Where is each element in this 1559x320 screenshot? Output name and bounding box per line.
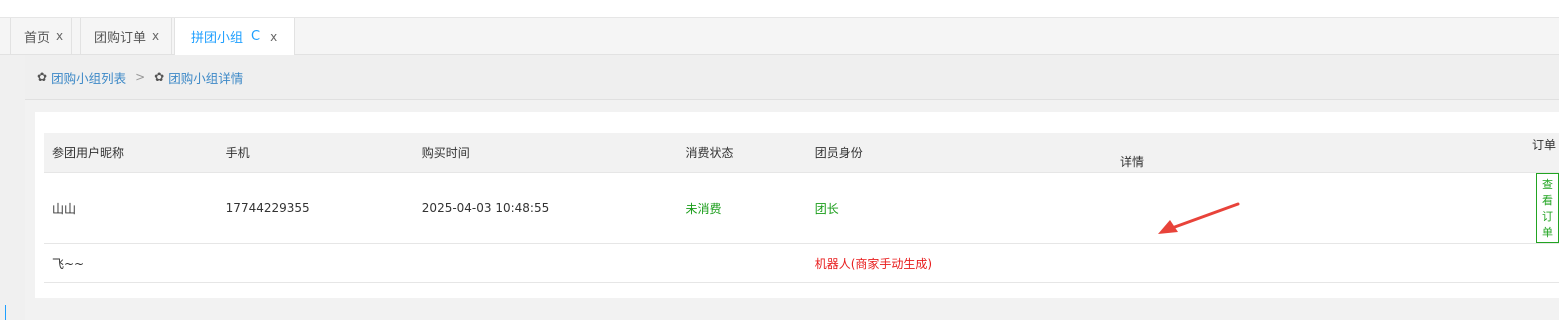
breadcrumb-separator: >: [135, 70, 146, 84]
header-phone: 手机: [225, 133, 422, 173]
breadcrumb-label: 团购小组列表: [51, 70, 127, 86]
close-icon[interactable]: x: [152, 29, 159, 43]
close-icon[interactable]: x: [270, 30, 277, 44]
annotation-arrow-icon: [1158, 202, 1240, 234]
cell-member-role: 机器人(商家手动生成): [814, 243, 1120, 283]
tab-group-team[interactable]: 拼团小组 C x: [174, 18, 295, 55]
table-header-row: 参团用户昵称 手机 购买时间 消费状态 团员身份 订单详情: [44, 133, 1559, 173]
tab-home[interactable]: 首页 x: [10, 18, 72, 54]
refresh-icon[interactable]: C: [251, 29, 260, 44]
breadcrumb-item-group-list[interactable]: ✿ 团购小组列表: [37, 68, 126, 87]
cell-order-detail: [1120, 243, 1559, 283]
tab-label: 拼团小组: [191, 31, 244, 46]
cell-member-role: 团长: [814, 172, 1120, 244]
table-row: 飞~~ 机器人(商家手动生成): [44, 243, 1559, 283]
cell-nickname: 山山: [44, 172, 226, 244]
breadcrumb-item-group-detail[interactable]: ✿ 团购小组详情: [154, 68, 243, 87]
header-purchase-time: 购买时间: [421, 133, 686, 173]
top-bar: [0, 0, 1559, 18]
header-consume-status: 消费状态: [685, 133, 815, 173]
content-area: ✿ 团购小组列表 > ✿ 团购小组详情 参团用户昵称 手机 购买时间 消费状态 …: [25, 55, 1559, 320]
gear-icon: ✿: [154, 70, 165, 84]
cell-nickname: 飞~~: [44, 243, 226, 283]
tab-label: 团购订单: [94, 30, 147, 46]
cell-purchase-time: 2025-04-03 10:48:55: [421, 172, 686, 244]
view-order-button[interactable]: 查看订单: [1536, 173, 1559, 243]
header-order-detail: 订单详情: [1120, 133, 1559, 173]
cell-phone: [225, 243, 422, 283]
cell-consume-status: 未消费: [685, 172, 815, 244]
scroll-indicator: [5, 305, 6, 320]
tab-label: 首页: [24, 30, 51, 46]
close-icon[interactable]: x: [56, 29, 63, 43]
header-member-role: 团员身份: [814, 133, 1120, 173]
breadcrumb-label: 团购小组详情: [168, 70, 244, 86]
cell-consume-status: [685, 243, 815, 283]
breadcrumb: ✿ 团购小组列表 > ✿ 团购小组详情: [25, 55, 1559, 100]
detail-panel: 参团用户昵称 手机 购买时间 消费状态 团员身份 订单详情 山山 1774422…: [35, 112, 1559, 298]
cell-purchase-time: [421, 243, 686, 283]
gear-icon: ✿: [37, 70, 48, 84]
cell-phone: 17744229355: [225, 172, 422, 244]
tab-bar: 首页 x 团购订单 x 拼团小组 C x: [0, 18, 1559, 55]
members-table: 参团用户昵称 手机 购买时间 消费状态 团员身份 订单详情 山山 1774422…: [44, 133, 1559, 283]
tab-group-orders[interactable]: 团购订单 x: [80, 18, 172, 54]
header-nickname: 参团用户昵称: [44, 133, 226, 173]
table-row: 山山 17744229355 2025-04-03 10:48:55 未消费 团…: [44, 172, 1559, 244]
